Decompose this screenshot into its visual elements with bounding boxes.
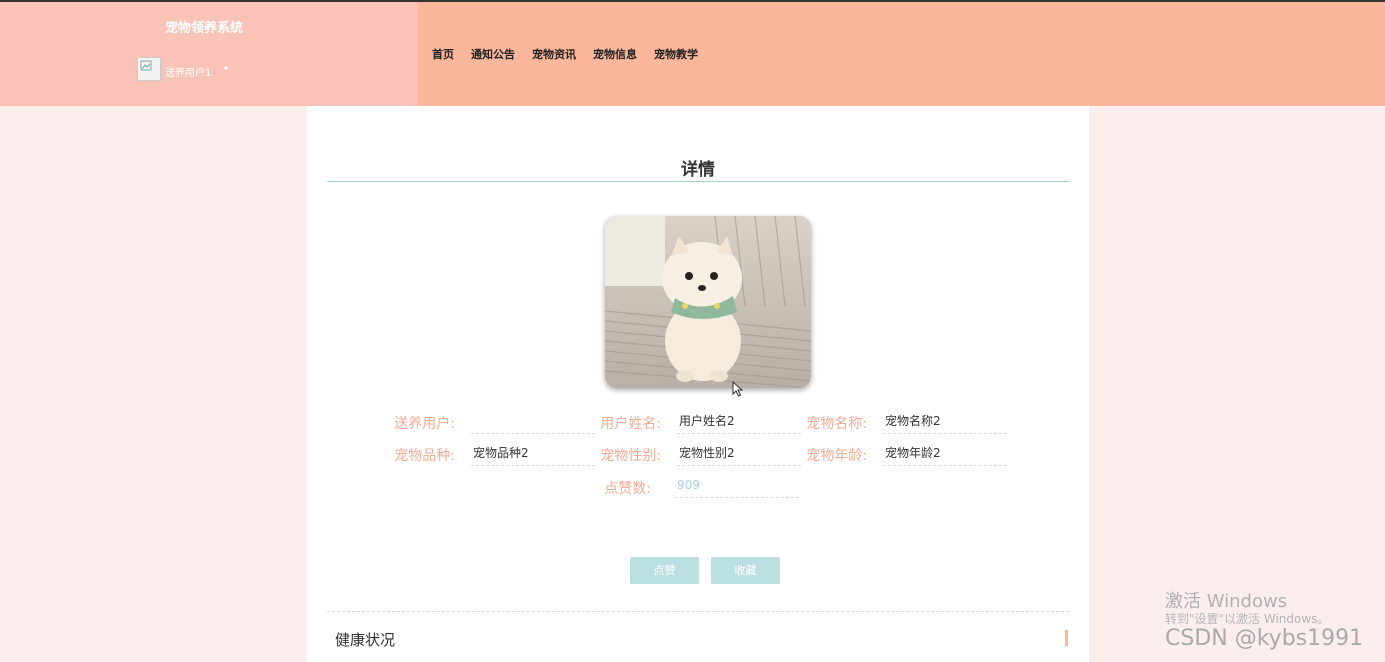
value-pet-name: 宠物名称2 [883, 412, 1007, 434]
windows-activation-hint: 转到"设置"以激活 Windows。 [1165, 612, 1330, 626]
nav-pet-news[interactable]: 宠物资讯 [532, 46, 576, 62]
title-divider [327, 181, 1069, 182]
broken-image-icon [140, 60, 152, 71]
detail-card: 详情 送养用户: 用户姓名: 用户姓名2 宠物名称: 宠物名称2 宠物品种: 宠… [307, 106, 1089, 662]
pet-photo [605, 216, 811, 388]
value-adopter [471, 412, 595, 434]
user-menu-name[interactable]: 送养用户1 [165, 64, 211, 79]
value-like-count: 909 [675, 476, 799, 498]
site-title: 宠物领养系统 [165, 21, 244, 36]
nav-announcements[interactable]: 通知公告 [471, 46, 515, 62]
favorite-button[interactable]: 收藏 [711, 557, 780, 584]
main-nav: 首页 通知公告 宠物资讯 宠物信息 宠物教学 [432, 46, 698, 62]
label-pet-name: 宠物名称: [806, 416, 867, 432]
value-pet-age: 宠物年龄2 [883, 444, 1007, 466]
header-brand-area: 宠物领养系统 送养用户1 ▾ [0, 2, 418, 106]
chevron-down-icon[interactable]: ▾ [224, 64, 228, 73]
section-divider [327, 611, 1069, 612]
like-button[interactable]: 点赞 [630, 557, 699, 584]
label-user-name: 用户姓名: [600, 416, 661, 432]
label-pet-gender: 宠物性别: [600, 448, 661, 464]
mouse-cursor-icon [732, 381, 744, 397]
health-section-title[interactable]: 健康状况 [335, 629, 395, 650]
label-pet-age: 宠物年龄: [806, 448, 867, 464]
label-pet-breed: 宠物品种: [394, 448, 455, 464]
nav-pet-teaching[interactable]: 宠物教学 [654, 46, 698, 62]
section-accent-bar [1065, 630, 1068, 646]
nav-pet-info[interactable]: 宠物信息 [593, 46, 637, 62]
value-user-name: 用户姓名2 [677, 412, 801, 434]
nav-home[interactable]: 首页 [432, 46, 454, 62]
label-adopter: 送养用户: [394, 416, 455, 432]
page-title: 详情 [681, 160, 715, 180]
label-like-count: 点赞数: [604, 481, 651, 497]
value-pet-gender: 宠物性别2 [677, 444, 801, 466]
csdn-watermark: CSDN @kybs1991 [1165, 626, 1364, 651]
value-pet-breed: 宠物品种2 [471, 444, 595, 466]
user-avatar[interactable] [137, 57, 161, 81]
